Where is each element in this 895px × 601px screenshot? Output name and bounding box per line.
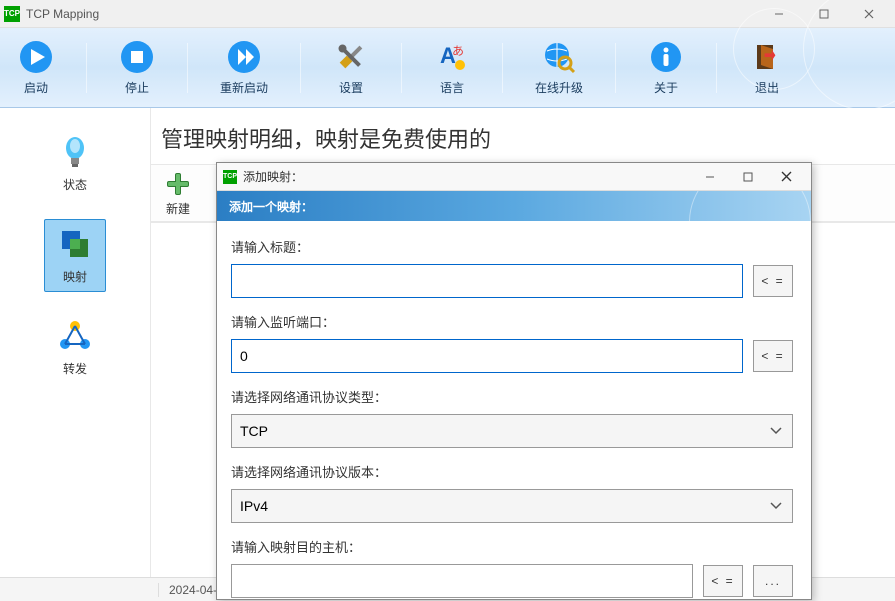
app-icon: TCP xyxy=(223,170,237,184)
upgrade-button[interactable]: 在线升级 xyxy=(527,35,591,100)
dest-host-label: 请输入映射目的主机： xyxy=(231,537,793,556)
title-assign-button[interactable]: < = xyxy=(753,265,793,297)
dialog-maximize-button[interactable] xyxy=(729,165,767,189)
proto-type-label: 请选择网络通讯协议类型： xyxy=(231,387,793,406)
page-title: 管理映射明细，映射是免费使用的 xyxy=(151,108,895,164)
dialog-title: 添加映射： xyxy=(243,168,303,185)
info-icon xyxy=(648,39,684,75)
dialog-banner: 添加一个映射： xyxy=(217,191,811,221)
minimize-button[interactable] xyxy=(756,1,801,27)
maximize-button[interactable] xyxy=(801,1,846,27)
dialog-close-button[interactable] xyxy=(767,165,805,189)
proto-ver-select[interactable]: IPv4 xyxy=(231,489,793,523)
plus-icon xyxy=(163,169,193,199)
exit-icon xyxy=(749,39,785,75)
dest-host-input[interactable] xyxy=(231,564,693,598)
sidebar-item-status[interactable]: 状态 xyxy=(44,128,106,199)
title-input[interactable] xyxy=(231,264,743,298)
about-button[interactable]: 关于 xyxy=(640,35,692,100)
app-icon: TCP xyxy=(4,6,20,22)
sidebar-item-mapping[interactable]: 映射 xyxy=(44,219,106,292)
restart-button[interactable]: 重新启动 xyxy=(212,35,276,100)
window-title: TCP Mapping xyxy=(26,7,99,21)
start-button[interactable]: 启动 xyxy=(10,35,62,100)
proto-ver-label: 请选择网络通讯协议版本： xyxy=(231,462,793,481)
dialog-body[interactable]: 请输入标题： < = 请输入监听端口： < = 请选择网络通讯协议类型： TCP… xyxy=(217,221,811,599)
new-button[interactable]: 新建 xyxy=(159,167,197,219)
network-icon xyxy=(57,318,93,354)
close-icon xyxy=(864,9,874,19)
stop-button[interactable]: 停止 xyxy=(111,35,163,100)
stop-icon xyxy=(119,39,155,75)
add-mapping-dialog: TCP 添加映射： 添加一个映射： 请输入标题： < = 请输入监听端口： < … xyxy=(216,162,812,600)
dest-browse-button[interactable]: ... xyxy=(753,565,793,597)
svg-text:あ: あ xyxy=(452,44,464,58)
title-label: 请输入标题： xyxy=(231,237,793,256)
tools-icon xyxy=(333,39,369,75)
minimize-icon xyxy=(774,9,784,19)
language-button[interactable]: Aあ 语言 xyxy=(426,35,478,100)
close-button[interactable] xyxy=(846,1,891,27)
titlebar: TCP TCP Mapping xyxy=(0,0,895,28)
mapping-icon xyxy=(57,226,93,262)
port-label: 请输入监听端口： xyxy=(231,312,793,331)
bulb-icon xyxy=(57,134,93,170)
dest-assign-button[interactable]: < = xyxy=(703,565,743,597)
port-input[interactable] xyxy=(231,339,743,373)
dialog-titlebar: TCP 添加映射： xyxy=(217,163,811,191)
language-icon: Aあ xyxy=(434,39,470,75)
maximize-icon xyxy=(819,9,829,19)
sidebar: 状态 映射 转发 xyxy=(0,108,150,577)
settings-button[interactable]: 设置 xyxy=(325,35,377,100)
play-icon xyxy=(18,39,54,75)
globe-search-icon xyxy=(541,39,577,75)
port-assign-button[interactable]: < = xyxy=(753,340,793,372)
proto-type-select[interactable]: TCP xyxy=(231,414,793,448)
exit-button[interactable]: 退出 xyxy=(741,35,793,100)
restart-icon xyxy=(226,39,262,75)
dialog-minimize-button[interactable] xyxy=(691,165,729,189)
sidebar-item-forward[interactable]: 转发 xyxy=(44,312,106,383)
main-toolbar: 启动 停止 重新启动 设置 Aあ 语言 在线升级 xyxy=(0,28,895,108)
